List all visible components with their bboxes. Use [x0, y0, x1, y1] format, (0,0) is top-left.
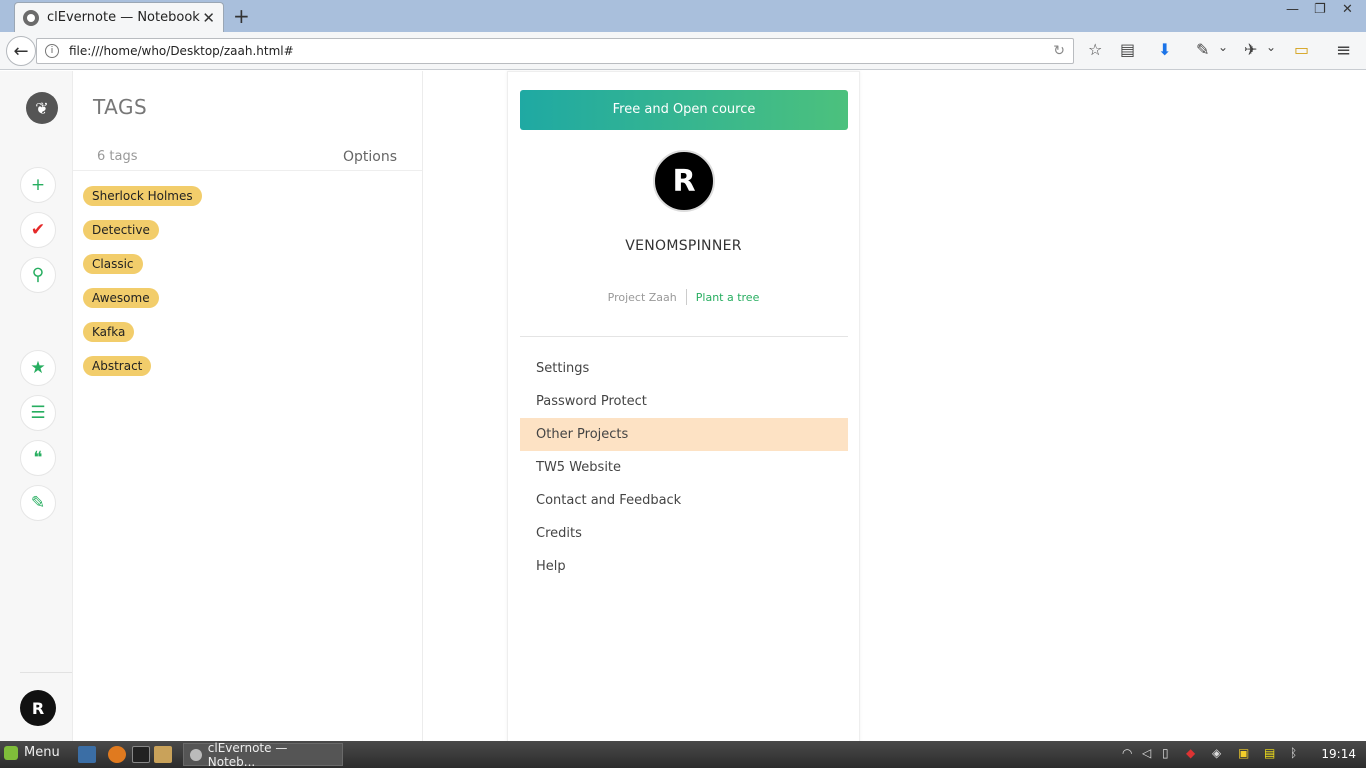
- profile-avatar: R: [653, 150, 715, 212]
- search-button[interactable]: ⚲: [20, 257, 56, 293]
- mint-logo-icon: [4, 745, 18, 760]
- package-icon[interactable]: ▣: [1238, 746, 1249, 760]
- notebook-icon: ☰: [30, 403, 46, 423]
- tag-chip[interactable]: Kafka: [83, 322, 135, 342]
- quotes-button[interactable]: ❝: [20, 440, 56, 476]
- chevron-down-icon[interactable]: ⌄: [1266, 40, 1276, 54]
- tags-heading: TAGS: [93, 95, 148, 119]
- favicon-icon: [23, 9, 39, 26]
- rail-divider: [20, 672, 72, 673]
- volume-icon[interactable]: ◁: [1142, 746, 1151, 760]
- tag-icon: ✎: [30, 493, 46, 513]
- notes-icon[interactable]: ▤: [1264, 746, 1275, 760]
- quote-icon: ❝: [33, 448, 43, 468]
- tag-chip[interactable]: Sherlock Holmes: [83, 186, 202, 206]
- profile-links: Project Zaah Plant a tree: [508, 289, 859, 305]
- minimize-button[interactable]: —: [1286, 2, 1299, 17]
- hamburger-menu-icon[interactable]: ≡: [1336, 40, 1351, 61]
- reload-icon[interactable]: ↻: [1053, 43, 1065, 59]
- close-window-button[interactable]: ✕: [1342, 2, 1353, 17]
- maximize-button[interactable]: ❐: [1314, 2, 1326, 17]
- profile-card: Free and Open cource R VENOMSPINNER Proj…: [507, 71, 860, 743]
- new-note-button[interactable]: +: [20, 167, 56, 203]
- new-tab-button[interactable]: +: [233, 4, 250, 28]
- menu-label: Menu: [24, 745, 60, 760]
- bookmark-star-icon[interactable]: ☆: [1088, 40, 1102, 59]
- navigation-bar: ← i file:///home/who/Desktop/zaah.html# …: [0, 32, 1366, 70]
- tag-chip[interactable]: Awesome: [83, 288, 159, 308]
- check-icon: ✔: [30, 220, 46, 240]
- tab-title: clEvernote — Notebook: [47, 10, 200, 25]
- start-menu-button[interactable]: Menu: [4, 745, 60, 760]
- taskbar-window-label: clEvernote — Noteb...: [207, 740, 288, 768]
- project-link[interactable]: Project Zaah: [608, 291, 686, 304]
- menu-item-credits[interactable]: Credits: [520, 517, 848, 550]
- chevron-down-icon[interactable]: ⌄: [1218, 40, 1228, 54]
- firefox-icon[interactable]: [108, 746, 126, 763]
- menu-item-settings[interactable]: Settings: [520, 352, 848, 385]
- left-rail: ❦ + ✔ ⚲ ★ ☰ ❝ ✎ R: [0, 71, 73, 741]
- divider: [73, 170, 422, 171]
- shield-icon[interactable]: ◆: [1186, 746, 1195, 760]
- arrow-left-icon: ←: [13, 40, 29, 62]
- tags-button[interactable]: ✎: [20, 485, 56, 521]
- tag-chip[interactable]: Detective: [83, 220, 159, 240]
- bluetooth-icon[interactable]: ᛒ: [1290, 746, 1297, 760]
- tag-list: Sherlock Holmes Detective Classic Awesom…: [83, 186, 202, 390]
- extension-icon[interactable]: ✈: [1244, 40, 1257, 59]
- menu-item-contact[interactable]: Contact and Feedback: [520, 484, 848, 517]
- open-source-banner[interactable]: Free and Open cource: [520, 90, 848, 130]
- tasks-button[interactable]: ✔: [20, 212, 56, 248]
- search-icon: ⚲: [31, 265, 45, 285]
- info-icon[interactable]: i: [45, 44, 59, 58]
- clipboard-icon[interactable]: ▯: [1162, 746, 1169, 760]
- favorites-button[interactable]: ★: [20, 350, 56, 386]
- tool-icon[interactable]: ✎: [1196, 40, 1209, 59]
- close-tab-icon[interactable]: ✕: [202, 9, 215, 27]
- profile-menu: Settings Password Protect Other Projects…: [520, 352, 848, 583]
- taskbar: Menu clEvernote — Noteb... ◠ ◁ ▯ ◆ ◈ ▣ ▤…: [0, 741, 1366, 768]
- browser-tab[interactable]: clEvernote — Notebook ✕: [14, 2, 224, 32]
- ruler-icon[interactable]: ▭: [1294, 40, 1309, 59]
- window-favicon-icon: [190, 748, 202, 761]
- menu-item-password-protect[interactable]: Password Protect: [520, 385, 848, 418]
- browser-titlebar: clEvernote — Notebook ✕ + — ❐ ✕: [0, 0, 1366, 32]
- library-icon[interactable]: ▤: [1120, 40, 1135, 59]
- menu-item-other-projects[interactable]: Other Projects: [520, 418, 848, 451]
- plant-tree-link[interactable]: Plant a tree: [687, 291, 760, 304]
- plus-icon: +: [30, 175, 46, 195]
- tag-chip[interactable]: Abstract: [83, 356, 152, 376]
- user-avatar[interactable]: R: [20, 690, 56, 726]
- wifi-icon[interactable]: ◠: [1122, 746, 1132, 760]
- tag-chip[interactable]: Classic: [83, 254, 143, 274]
- url-bar[interactable]: i file:///home/who/Desktop/zaah.html# ↻: [36, 38, 1074, 64]
- options-button[interactable]: Options: [343, 149, 397, 165]
- divider: [520, 336, 848, 337]
- terminal-icon[interactable]: [132, 746, 150, 763]
- app-logo-icon[interactable]: ❦: [26, 92, 58, 124]
- url-text[interactable]: file:///home/who/Desktop/zaah.html#: [69, 44, 294, 58]
- menu-item-help[interactable]: Help: [520, 550, 848, 583]
- tags-count: 6 tags: [97, 149, 138, 164]
- menu-item-tw5-website[interactable]: TW5 Website: [520, 451, 848, 484]
- folder-icon[interactable]: [154, 746, 172, 763]
- notebooks-button[interactable]: ☰: [20, 395, 56, 431]
- update-icon[interactable]: ◈: [1212, 746, 1221, 760]
- clock[interactable]: 19:14: [1321, 747, 1356, 761]
- star-icon: ★: [30, 358, 46, 378]
- download-icon[interactable]: ⬇: [1158, 40, 1171, 59]
- back-button[interactable]: ←: [6, 36, 36, 66]
- show-desktop-icon[interactable]: [78, 746, 96, 763]
- profile-name: VENOMSPINNER: [625, 238, 742, 254]
- taskbar-window-button[interactable]: clEvernote — Noteb...: [183, 740, 343, 768]
- tags-panel: TAGS 6 tags Options Sherlock Holmes Dete…: [73, 71, 423, 741]
